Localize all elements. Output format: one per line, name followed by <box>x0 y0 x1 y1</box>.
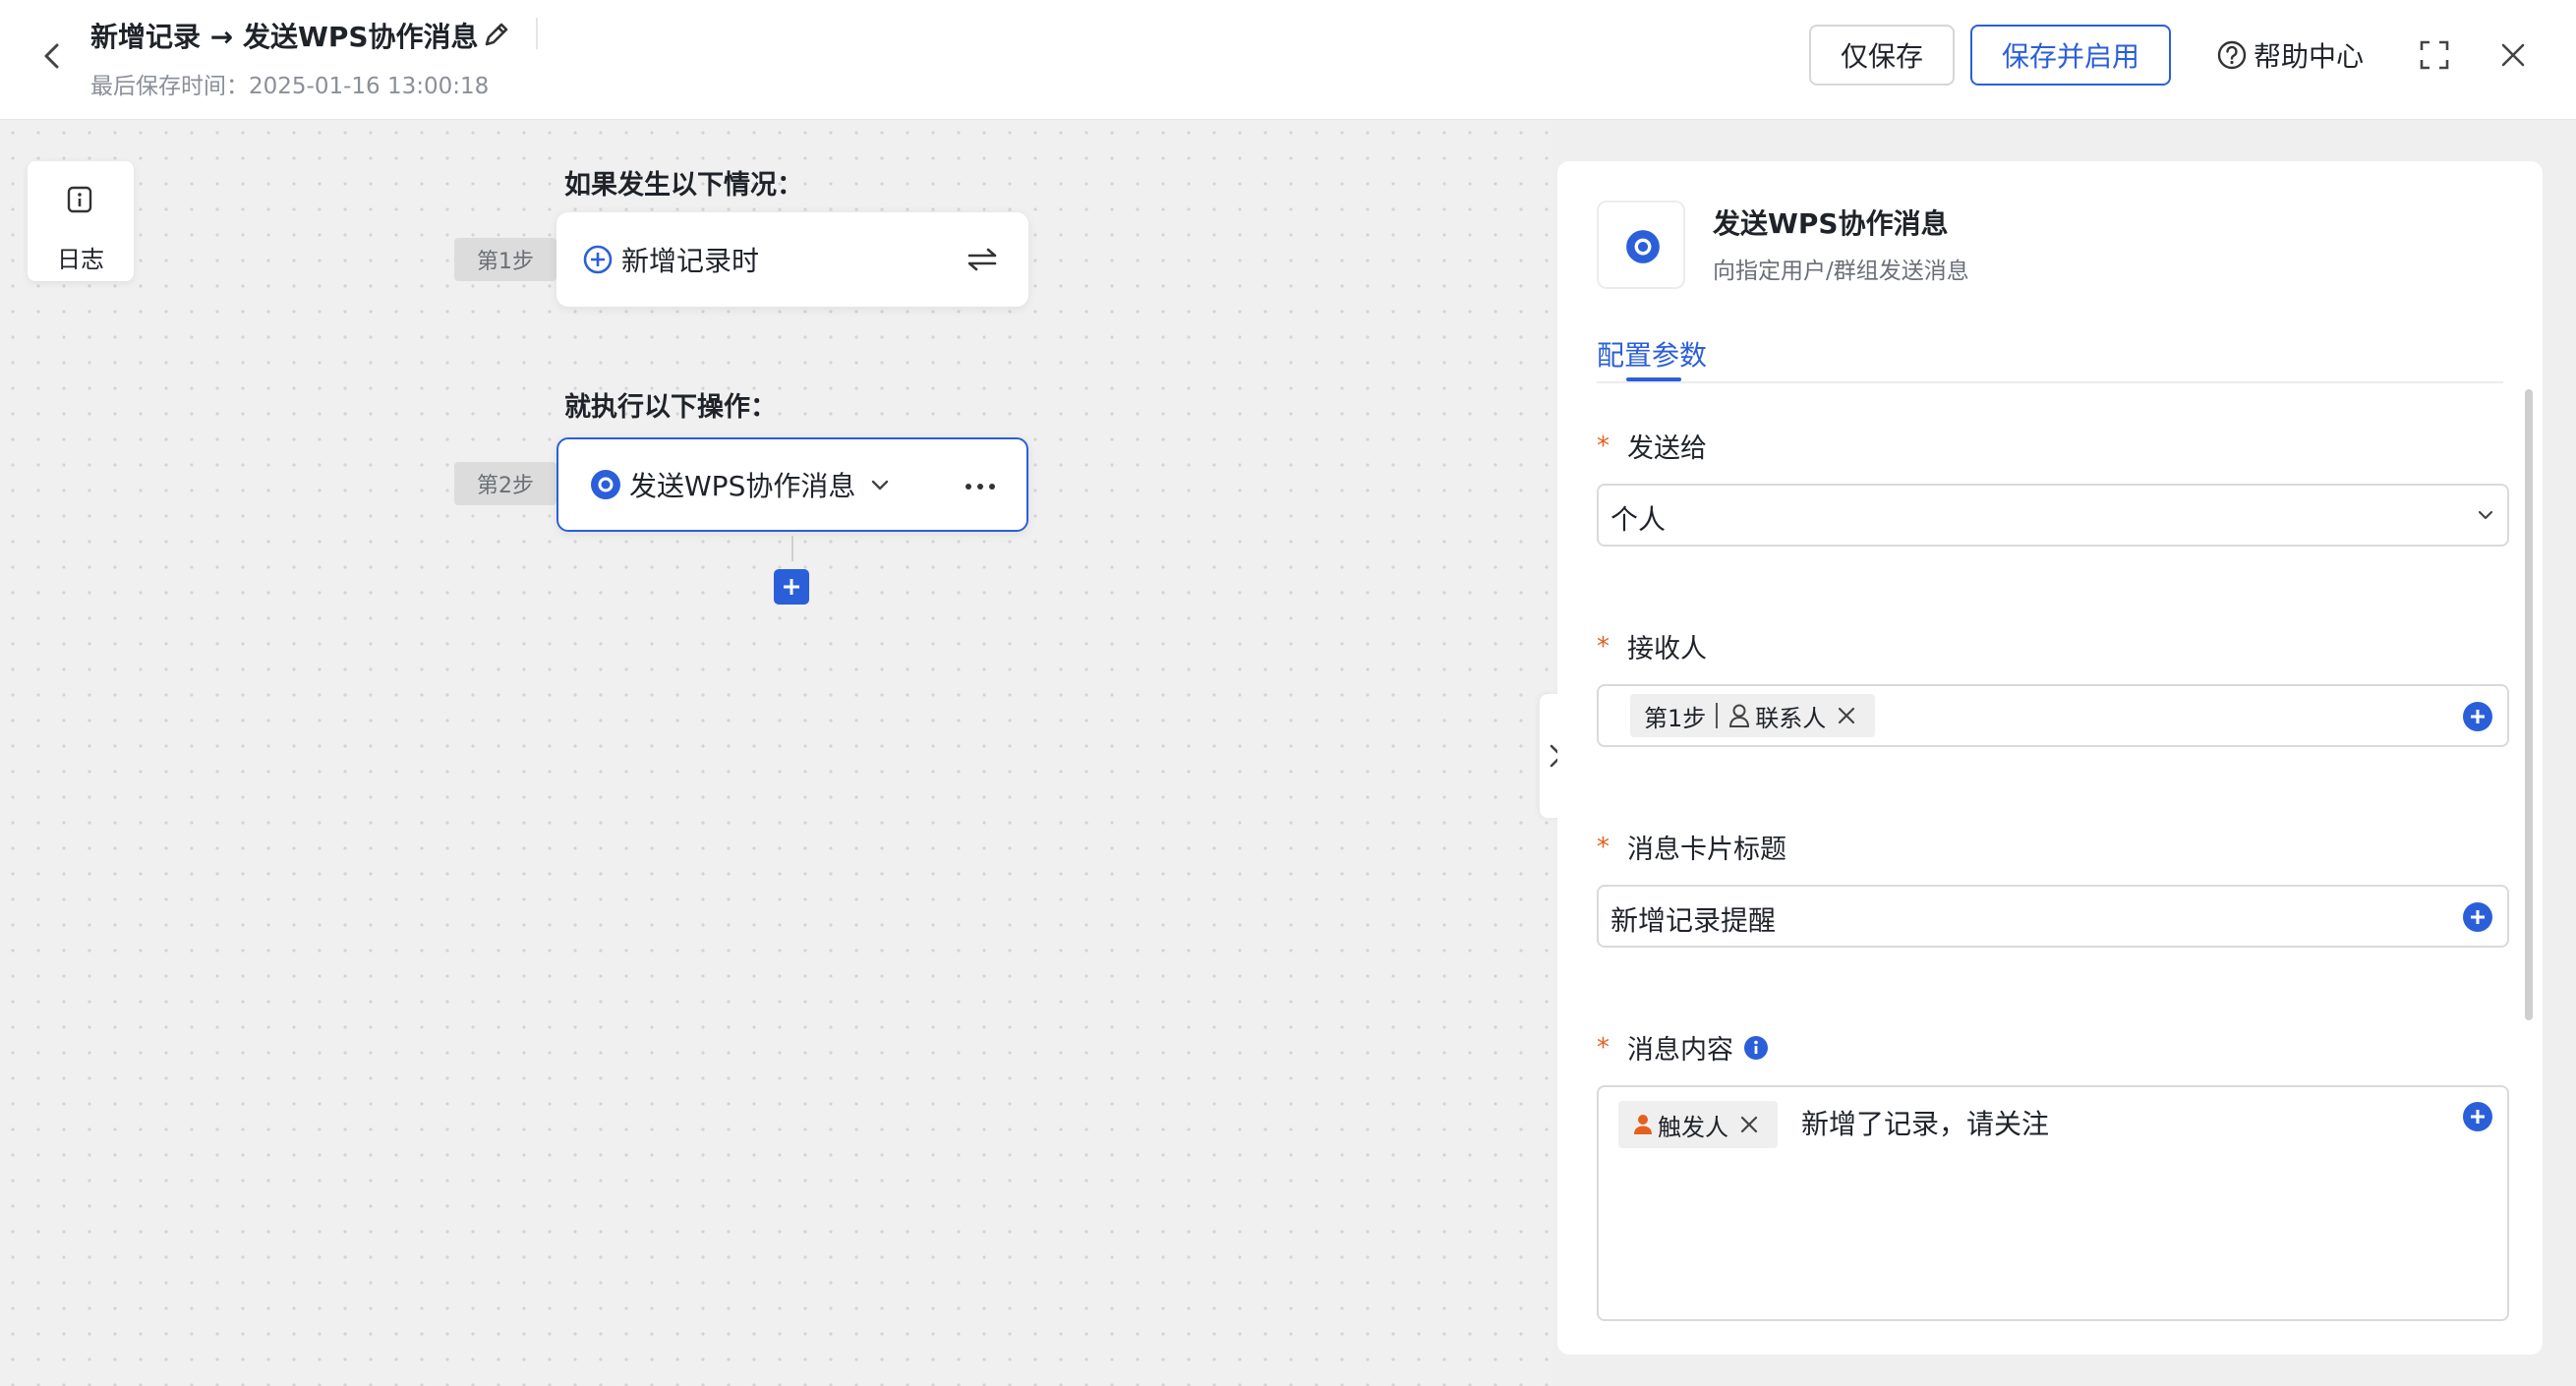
action-node[interactable]: 发送WPS协作消息 <box>556 437 1028 532</box>
trigger-person-chip-label: 触发人 <box>1658 1113 1728 1141</box>
action-section-label: 就执行以下操作： <box>564 392 777 423</box>
card-title-label: * 消息卡片标题 <box>1597 828 1786 866</box>
fullscreen-button[interactable] <box>2417 37 2452 73</box>
help-center-label: 帮助中心 <box>2254 40 2365 73</box>
content-label-text: 消息内容 <box>1627 1035 1733 1066</box>
trigger-node[interactable]: 新增记录时 <box>556 212 1028 307</box>
panel-scrollbar[interactable] <box>2525 389 2533 1020</box>
help-icon <box>2217 40 2247 70</box>
person-icon <box>1634 1115 1652 1134</box>
send-to-select[interactable]: 个人 <box>1597 484 2509 547</box>
card-title-input[interactable]: 新增记录提醒 <box>1597 885 2509 948</box>
title-divider <box>536 18 538 49</box>
send-to-label: * 发送给 <box>1597 427 1707 465</box>
receiver-chip-step: 第1步 <box>1644 704 1707 732</box>
tab-active-indicator <box>1626 377 1681 381</box>
person-icon <box>1729 704 1750 727</box>
edit-icon <box>485 23 508 46</box>
content-label: * 消息内容 <box>1597 1028 1769 1067</box>
content-text: 新增了记录，请关注 <box>1801 1108 2050 1140</box>
receiver-label-text: 接收人 <box>1627 634 1707 664</box>
help-center-link[interactable]: 帮助中心 <box>2216 35 2364 75</box>
add-icon <box>784 579 799 595</box>
info-icon <box>67 186 92 213</box>
chevron-down-icon <box>2478 510 2493 520</box>
edit-title-button[interactable] <box>480 18 513 51</box>
node-connector <box>791 536 793 561</box>
swap-icon[interactable] <box>966 244 999 275</box>
receiver-chip-field: 联系人 <box>1755 704 1827 732</box>
save-only-button[interactable]: 仅保存 <box>1809 25 1955 86</box>
top-bar: 新增记录 → 发送WPS协作消息 最后保存时间：2025-01-16 13:00… <box>0 0 2576 120</box>
more-icon[interactable] <box>964 483 997 491</box>
action-node-label: 发送WPS协作消息 <box>629 470 856 502</box>
close-button[interactable] <box>2495 37 2531 73</box>
required-mark: * <box>1597 431 1610 461</box>
step2-tag: 第2步 <box>454 462 556 505</box>
tab-config-params[interactable]: 配置参数 <box>1597 334 1707 374</box>
receiver-input[interactable]: 第1步 联系人 <box>1597 684 2509 747</box>
step1-tag: 第1步 <box>454 238 556 281</box>
required-mark: * <box>1597 1032 1610 1063</box>
wps-icon <box>591 470 620 499</box>
panel-description: 向指定用户/群组发送消息 <box>1713 259 1969 284</box>
close-icon <box>2501 43 2525 67</box>
panel-icon <box>1597 201 1685 289</box>
chevron-down-icon[interactable] <box>869 474 891 495</box>
content-textarea[interactable]: 触发人 新增了记录，请关注 <box>1597 1085 2509 1321</box>
remove-icon[interactable] <box>1738 1114 1760 1135</box>
plus-circle-icon[interactable] <box>2462 701 2493 732</box>
log-label: 日志 <box>57 246 104 273</box>
trigger-section-label: 如果发生以下情况： <box>564 170 803 201</box>
save-and-enable-button[interactable]: 保存并启用 <box>1970 25 2171 86</box>
tab-divider <box>1597 381 2503 383</box>
chip-separator <box>1716 703 1719 728</box>
card-title-value: 新增记录提醒 <box>1610 904 1777 937</box>
card-title-label-text: 消息卡片标题 <box>1627 835 1786 865</box>
page-title: 新增记录 → 发送WPS协作消息 <box>90 21 479 53</box>
log-button[interactable]: 日志 <box>28 161 134 281</box>
plus-circle-icon[interactable] <box>2462 1101 2493 1132</box>
required-mark: * <box>1597 631 1610 662</box>
receiver-label: * 接收人 <box>1597 627 1707 665</box>
back-button[interactable] <box>37 39 67 73</box>
trigger-person-chip[interactable]: 触发人 <box>1618 1101 1778 1148</box>
info-icon[interactable] <box>1743 1035 1769 1061</box>
flow-canvas[interactable] <box>0 120 1553 1386</box>
plus-circle-icon <box>583 245 613 274</box>
plus-circle-icon[interactable] <box>2462 901 2493 933</box>
last-saved-time: 最后保存时间：2025-01-16 13:00:18 <box>90 74 490 99</box>
trigger-node-label: 新增记录时 <box>621 245 760 277</box>
required-mark: * <box>1597 832 1610 862</box>
send-to-value: 个人 <box>1610 503 1667 536</box>
expand-icon <box>2420 40 2449 70</box>
receiver-chip[interactable]: 第1步 联系人 <box>1630 694 1876 737</box>
back-icon <box>44 43 59 69</box>
wps-icon <box>1626 230 1660 263</box>
panel-title: 发送WPS协作消息 <box>1713 207 1949 240</box>
send-to-label-text: 发送给 <box>1627 433 1707 464</box>
config-panel: 发送WPS协作消息 向指定用户/群组发送消息 配置参数 * 发送给 个人 * 接… <box>1557 161 2543 1355</box>
remove-icon[interactable] <box>1836 705 1857 726</box>
add-step-button[interactable] <box>774 569 809 605</box>
